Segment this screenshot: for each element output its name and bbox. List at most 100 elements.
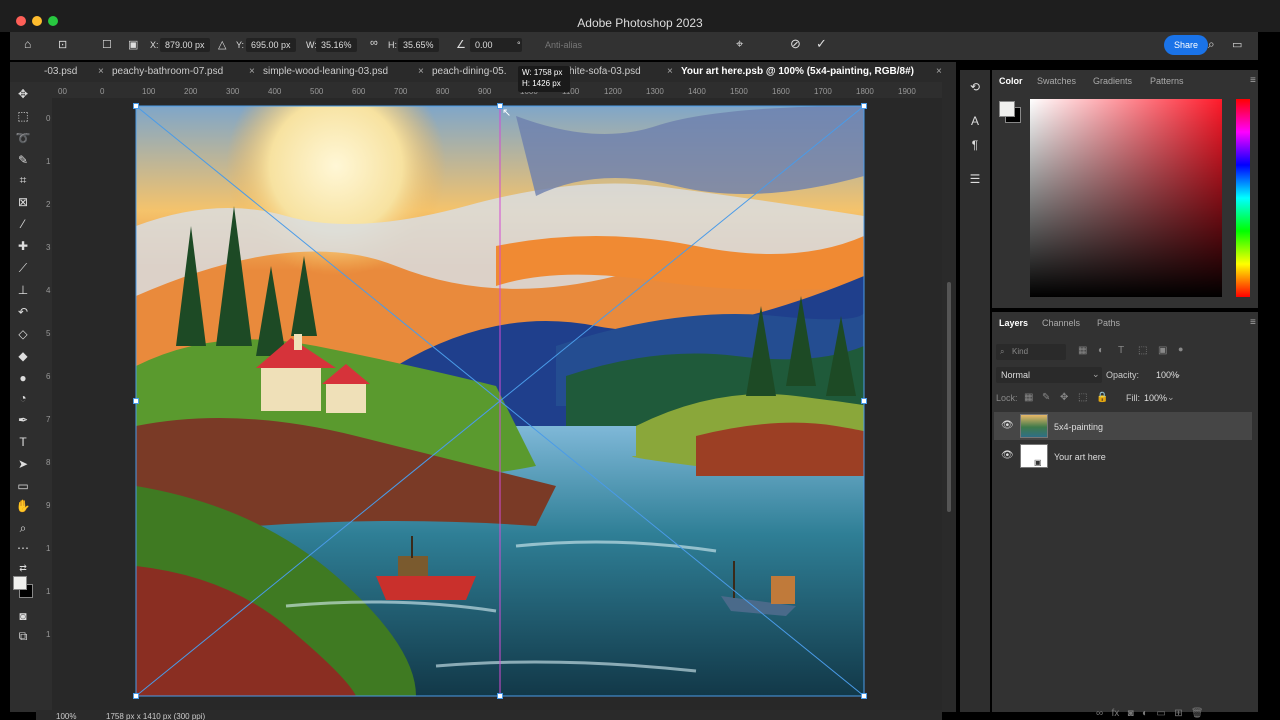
clone-stamp-tool-icon[interactable]: ⊥ bbox=[15, 282, 31, 298]
filter-pixel-icon[interactable]: ▦ bbox=[1078, 345, 1087, 356]
antialias-checkbox[interactable]: Anti-alias bbox=[545, 40, 582, 50]
tab-color[interactable]: Color bbox=[999, 76, 1023, 86]
hue-slider[interactable] bbox=[1236, 99, 1250, 297]
visibility-eye-icon[interactable]: 👁 bbox=[1001, 450, 1014, 461]
layer-style-icon[interactable]: fx bbox=[1111, 708, 1119, 719]
y-position-field[interactable]: 695.00 px bbox=[246, 38, 296, 52]
paint-bucket-tool-icon[interactable]: ◆ bbox=[15, 348, 31, 364]
pen-tool-icon[interactable]: ✒ bbox=[15, 412, 31, 428]
healing-brush-tool-icon[interactable]: ✚ bbox=[15, 238, 31, 254]
home-icon[interactable]: ⌂ bbox=[24, 37, 31, 51]
height-field[interactable]: 35.65% bbox=[398, 38, 439, 52]
tab-peach-dining[interactable]: peach-dining-05. bbox=[432, 66, 507, 77]
zoom-level[interactable]: 100% bbox=[56, 712, 76, 720]
transform-handle-top-right[interactable] bbox=[861, 103, 867, 109]
search-icon[interactable]: ⌕ bbox=[1208, 37, 1215, 52]
tab-swatches[interactable]: Swatches bbox=[1037, 76, 1076, 86]
panel-menu-icon[interactable]: ≡ bbox=[1250, 317, 1256, 328]
rectangle-tool-icon[interactable]: ▭ bbox=[15, 478, 31, 494]
commit-transform-icon[interactable]: ✓ bbox=[816, 36, 827, 52]
lock-artboard-icon[interactable]: ⬚ bbox=[1078, 392, 1087, 403]
share-button[interactable]: Share bbox=[1164, 35, 1208, 55]
layer-row[interactable]: 👁 5x4-painting bbox=[994, 412, 1252, 440]
move-tool-icon[interactable]: ✥ bbox=[15, 86, 31, 102]
filter-shape-icon[interactable]: ⬚ bbox=[1138, 345, 1147, 356]
quick-selection-tool-icon[interactable]: ✎ bbox=[15, 152, 31, 168]
delta-icon[interactable]: △ bbox=[218, 38, 226, 51]
transform-tool-icon[interactable]: ⊡ bbox=[58, 38, 67, 51]
close-tab-icon[interactable]: × bbox=[98, 66, 104, 77]
chevron-down-icon[interactable]: ⌄ bbox=[1167, 392, 1175, 403]
visibility-eye-icon[interactable]: 👁 bbox=[1001, 420, 1014, 431]
panel-foreground-swatch[interactable] bbox=[999, 101, 1015, 117]
transform-handle-bottom-left[interactable] bbox=[133, 693, 139, 699]
layer-row[interactable]: 👁 ▣ Your art here bbox=[994, 442, 1252, 470]
close-tab-icon[interactable]: × bbox=[249, 66, 255, 77]
transform-handle-bottom-right[interactable] bbox=[861, 693, 867, 699]
transform-handle-bottom[interactable] bbox=[497, 693, 503, 699]
close-tab-icon[interactable]: × bbox=[936, 66, 942, 77]
warp-icon[interactable]: ⌖ bbox=[736, 36, 743, 52]
lock-pixels-icon[interactable]: ✎ bbox=[1042, 392, 1050, 403]
width-field[interactable]: 35.16% bbox=[316, 38, 357, 52]
blur-tool-icon[interactable]: ● bbox=[15, 370, 31, 386]
foreground-color-swatch[interactable] bbox=[13, 576, 27, 590]
tab-peachy-bathroom[interactable]: peachy-bathroom-07.psd bbox=[112, 66, 223, 77]
lock-position-icon[interactable]: ✥ bbox=[1060, 392, 1068, 403]
tab-your-art-here[interactable]: Your art here.psb @ 100% (5x4-painting, … bbox=[681, 66, 914, 77]
paragraph-icon[interactable]: ¶ bbox=[967, 138, 983, 154]
link-layers-icon[interactable]: ∞ bbox=[1096, 708, 1103, 719]
filter-smart-object-icon[interactable]: ▣ bbox=[1158, 345, 1167, 356]
frame-tool-icon[interactable]: ⊠ bbox=[15, 194, 31, 210]
add-mask-icon[interactable]: ◙ bbox=[1128, 708, 1134, 719]
zoom-tool-icon[interactable]: ⌕ bbox=[15, 520, 31, 536]
cancel-transform-icon[interactable]: ⊘ bbox=[790, 36, 801, 52]
more-tools-icon[interactable]: ⋯ bbox=[15, 540, 31, 556]
eyedropper-tool-icon[interactable]: ⁄ bbox=[15, 216, 31, 232]
scrollbar-thumb[interactable] bbox=[947, 282, 951, 512]
crop-tool-icon[interactable]: ⌗ bbox=[15, 172, 31, 188]
tab-patterns[interactable]: Patterns bbox=[1150, 76, 1184, 86]
eraser-tool-icon[interactable]: ◇ bbox=[15, 326, 31, 342]
close-tab-icon[interactable]: × bbox=[667, 66, 673, 77]
reference-point-icon[interactable]: ▣ bbox=[128, 38, 138, 51]
tab-layers[interactable]: Layers bbox=[999, 318, 1028, 328]
tab-gradients[interactable]: Gradients bbox=[1093, 76, 1132, 86]
close-tab-icon[interactable]: × bbox=[418, 66, 424, 77]
lock-all-icon[interactable]: 🔒 bbox=[1096, 392, 1108, 403]
new-layer-icon[interactable]: ⊞ bbox=[1174, 708, 1182, 719]
tab-simple-wood-leaning[interactable]: simple-wood-leaning-03.psd bbox=[263, 66, 388, 77]
lasso-tool-icon[interactable]: ➰ bbox=[15, 130, 31, 146]
document-info[interactable]: 1758 px x 1410 px (300 ppi) bbox=[106, 712, 205, 720]
new-group-icon[interactable]: ▭ bbox=[1156, 708, 1165, 719]
character-icon[interactable]: A bbox=[967, 114, 983, 130]
delete-layer-icon[interactable]: 🗑 bbox=[1191, 708, 1204, 719]
hand-tool-icon[interactable]: ✋ bbox=[15, 498, 31, 514]
tab-paths[interactable]: Paths bbox=[1097, 318, 1120, 328]
transform-handle-left[interactable] bbox=[133, 398, 139, 404]
tab-white-sofa[interactable]: hite-sofa-03.psd bbox=[569, 66, 641, 77]
canvas-area[interactable]: ↖ bbox=[52, 98, 942, 710]
filter-type-icon[interactable]: T bbox=[1118, 345, 1124, 356]
dodge-tool-icon[interactable]: ◔ bbox=[15, 390, 31, 406]
marquee-tool-icon[interactable]: ⬚ bbox=[15, 108, 31, 124]
quick-mask-icon[interactable]: ◙ bbox=[15, 608, 31, 624]
adjustment-layer-icon[interactable]: ◐ bbox=[1142, 708, 1148, 719]
filter-kind-field[interactable]: ⌕ Kind bbox=[996, 344, 1066, 360]
history-brush-tool-icon[interactable]: ↶ bbox=[15, 304, 31, 320]
filter-adjustment-icon[interactable]: ◐ bbox=[1098, 345, 1104, 356]
angle-field[interactable]: 0.00 bbox=[470, 38, 522, 52]
history-icon[interactable]: ⟲ bbox=[967, 80, 983, 96]
color-picker-field[interactable] bbox=[1030, 99, 1222, 297]
brush-tool-icon[interactable]: ⟋ bbox=[15, 260, 31, 276]
reference-point-checkbox[interactable]: ☐ bbox=[102, 38, 112, 51]
path-selection-tool-icon[interactable]: ➤ bbox=[15, 456, 31, 472]
x-position-field[interactable]: 879.00 px bbox=[160, 38, 210, 52]
blend-mode-select[interactable]: Normal ⌄ bbox=[996, 367, 1102, 383]
transform-handle-right[interactable] bbox=[861, 398, 867, 404]
lock-transparent-icon[interactable]: ▦ bbox=[1024, 392, 1033, 403]
tab-document-1[interactable]: -03.psd bbox=[44, 66, 77, 77]
link-icon[interactable]: ∞ bbox=[370, 37, 378, 49]
vertical-scrollbar[interactable] bbox=[942, 82, 956, 712]
workspace-icon[interactable]: ▭ bbox=[1232, 38, 1242, 51]
